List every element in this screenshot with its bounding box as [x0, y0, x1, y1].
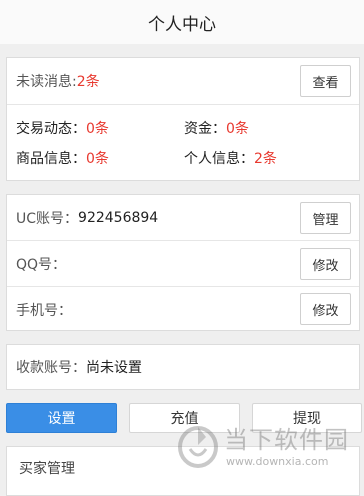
product-label: 商品信息： — [16, 151, 86, 167]
payment-value: 尚未设置 — [86, 360, 142, 376]
page-title: 个人中心 — [148, 14, 216, 35]
account-card: UC账号： 922456894 管理 QQ号： 修改 手机号： 修改 — [6, 194, 360, 331]
divider — [7, 104, 359, 105]
funds-label: 资金： — [184, 121, 226, 137]
unread-label: 未读消息: — [16, 74, 77, 90]
payment-row: 收款账号： 尚未设置 — [7, 345, 359, 389]
view-messages-button[interactable]: 查看 — [300, 65, 351, 97]
edit-qq-button[interactable]: 修改 — [300, 248, 351, 280]
manage-account-button[interactable]: 管理 — [300, 202, 351, 234]
personal-row: 个人信息： 2条 — [184, 144, 359, 172]
funds-count: 0条 — [226, 121, 249, 137]
personal-count: 2条 — [254, 151, 277, 167]
recharge-button[interactable]: 充值 — [129, 403, 240, 433]
buyer-card: 买家管理 — [6, 446, 360, 496]
trade-label: 交易动态： — [16, 121, 86, 137]
uc-account-value: 922456894 — [78, 209, 159, 226]
buyer-management-label: 买家管理 — [19, 461, 75, 477]
payment-card: 收款账号： 尚未设置 — [6, 344, 360, 390]
qq-label: QQ号： — [16, 256, 67, 273]
funds-row: 资金： 0条 — [184, 114, 359, 142]
edit-phone-button[interactable]: 修改 — [300, 293, 351, 325]
payment-label: 收款账号： — [16, 360, 86, 376]
page-header: 个人中心 — [0, 0, 364, 44]
phone-label: 手机号： — [16, 302, 72, 319]
buyer-row[interactable]: 买家管理 — [7, 447, 359, 489]
personal-label: 个人信息： — [184, 151, 254, 167]
uc-account-label: UC账号： — [16, 210, 79, 227]
trade-count: 0条 — [86, 121, 109, 137]
withdraw-button[interactable]: 提现 — [252, 403, 362, 433]
settings-button[interactable]: 设置 — [6, 403, 117, 433]
messages-card: 未读消息: 2条 查看 交易动态： 0条 资金： 0条 商品信息： 0条 个人信… — [6, 57, 360, 181]
unread-count: 2条 — [76, 74, 100, 90]
product-count: 0条 — [86, 151, 109, 167]
